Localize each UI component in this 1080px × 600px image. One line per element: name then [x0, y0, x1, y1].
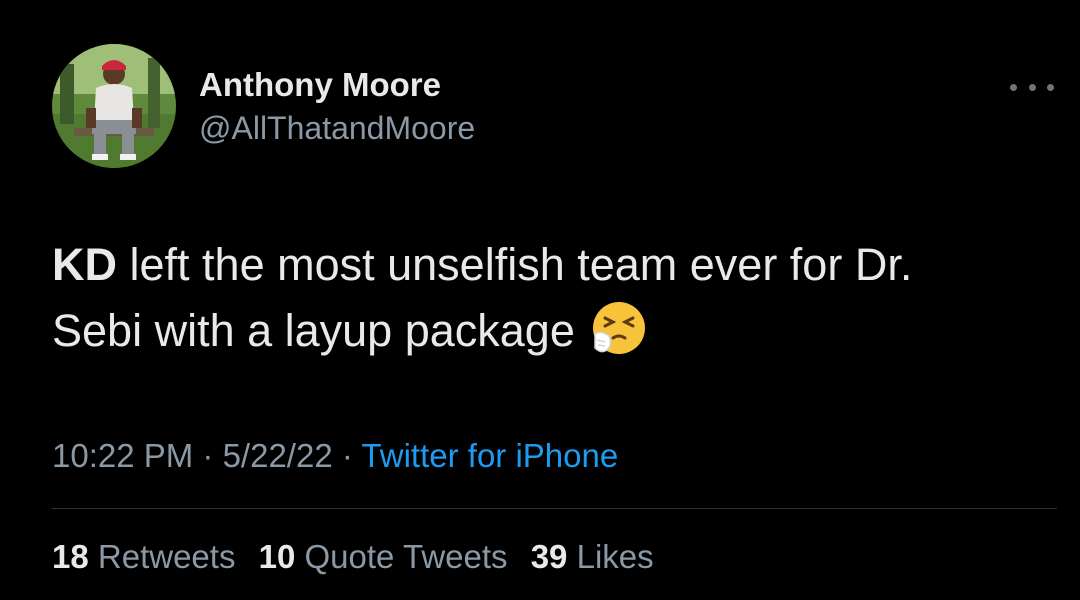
sneezing-face-icon	[593, 302, 646, 354]
retweets-count: 18	[52, 538, 89, 575]
tweet-card: Anthony Moore @AllThatandMoore KD left t…	[0, 0, 1080, 600]
author-name[interactable]: Anthony Moore	[199, 66, 441, 104]
tweet-text: KD left the most unselfish team ever for…	[52, 232, 1062, 364]
author-handle[interactable]: @AllThatandMoore	[199, 110, 475, 147]
tweet-source-link[interactable]: Twitter for iPhone	[361, 437, 618, 474]
more-dot-icon	[1028, 83, 1036, 91]
tweet-date: 5/22/22	[222, 437, 333, 474]
meta-separator: ·	[332, 437, 362, 474]
tweet-text-line2: Sebi with a layup package	[52, 305, 575, 356]
more-dot-icon	[1010, 83, 1017, 91]
more-dot-icon	[1047, 83, 1054, 91]
avatar[interactable]	[52, 44, 176, 168]
tweet-meta: 10:22 PM · 5/22/22 · Twitter for iPhone	[52, 437, 618, 475]
likes-stat[interactable]: 39 Likes	[531, 538, 654, 575]
likes-count: 39	[530, 538, 568, 575]
tweet-text-line1: left the most unselfish team ever for Dr…	[117, 239, 913, 290]
tweet-text-bold: KD	[52, 239, 117, 290]
meta-separator: ·	[193, 437, 223, 474]
tweet-stats: 18 Retweets 10 Quote Tweets 39 Likes	[52, 538, 668, 576]
avatar-photo	[52, 44, 176, 168]
retweets-label: Retweets	[97, 538, 236, 575]
quote-tweets-label: Quote Tweets	[304, 538, 508, 575]
likes-label: Likes	[576, 538, 654, 575]
divider	[52, 508, 1057, 509]
retweets-stat[interactable]: 18 Retweets	[52, 538, 235, 575]
quote-tweets-count: 10	[258, 538, 296, 575]
tweet-time: 10:22 PM	[52, 437, 194, 474]
more-options-button[interactable]	[1010, 74, 1054, 100]
quote-tweets-stat[interactable]: 10 Quote Tweets	[259, 538, 508, 575]
